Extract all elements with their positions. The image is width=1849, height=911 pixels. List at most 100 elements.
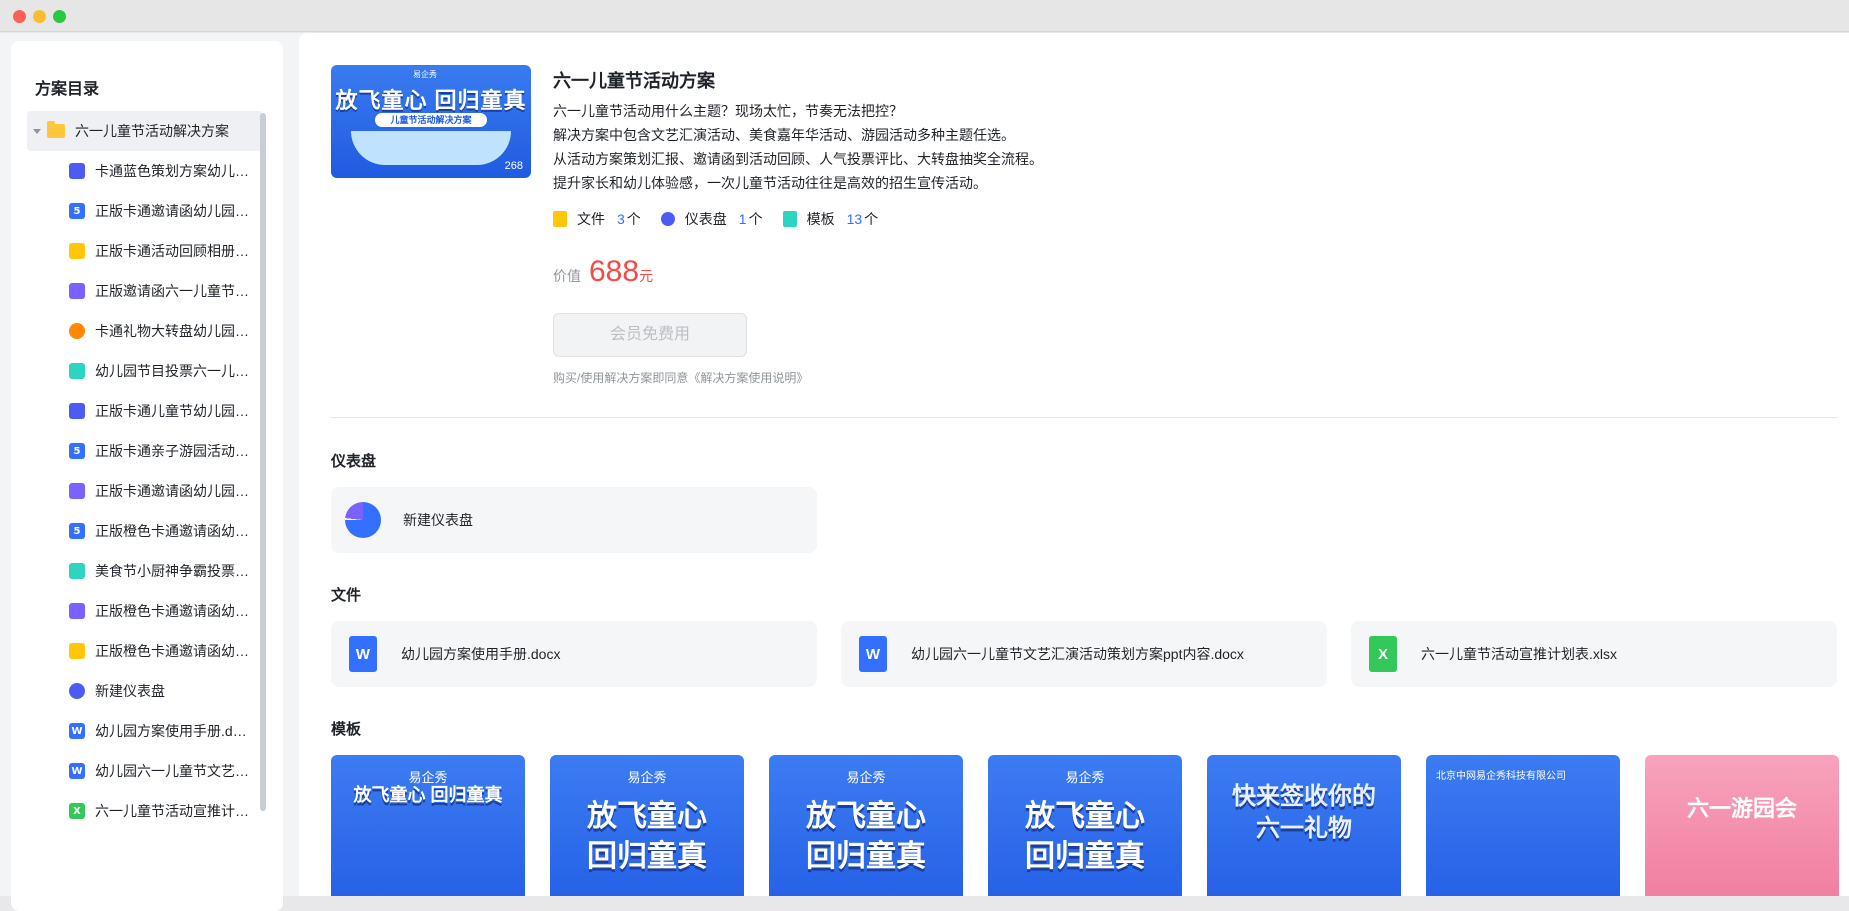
dashboard-card[interactable]: 新建仪表盘 bbox=[331, 487, 817, 553]
sidebar-title: 方案目录 bbox=[35, 81, 100, 98]
stat-unit: 个 bbox=[748, 211, 763, 227]
tree-item[interactable]: 正版卡通儿童节幼儿园活动 bbox=[27, 391, 263, 431]
template-card[interactable]: 易企秀 放飞童心 回归童真 bbox=[550, 755, 744, 896]
cover-title: 放飞童心 回归童真 bbox=[335, 88, 527, 113]
tree-item-label: 卡通蓝色策划方案幼儿园六一儿童节 bbox=[95, 163, 251, 179]
h5-icon: 5 bbox=[69, 523, 85, 539]
solution-title: 六一儿童节活动方案 bbox=[553, 71, 715, 91]
image-icon bbox=[69, 483, 85, 499]
tree-item-label: 正版卡通活动回顾相册六一儿童节 bbox=[95, 243, 251, 259]
dashboard-card-label: 新建仪表盘 bbox=[403, 512, 473, 528]
template-logo: 易企秀 bbox=[846, 770, 886, 785]
tree-item-label: 幼儿园方案使用手册.docx bbox=[95, 723, 251, 739]
desc-line: 提升家长和幼儿体验感，一次儿童节活动往往是高效的招生宣传活动。 bbox=[553, 175, 987, 191]
maximize-window-button[interactable] bbox=[53, 10, 66, 23]
stat-label: 仪表盘 bbox=[684, 211, 727, 227]
file-card[interactable]: W 幼儿园六一儿童节文艺汇演活动策划方案ppt内容.docx bbox=[841, 621, 1327, 687]
form-icon bbox=[69, 363, 85, 379]
tree-item[interactable]: 正版卡通邀请函幼儿园六一 bbox=[27, 471, 263, 511]
agreement-text[interactable]: 购买/使用解决方案即同意《解决方案使用说明》 bbox=[553, 369, 808, 386]
tree-item[interactable]: 5 正版卡通邀请函幼儿园六一儿童节 bbox=[27, 191, 263, 231]
book-icon bbox=[69, 163, 85, 179]
minimize-window-button[interactable] bbox=[33, 10, 46, 23]
price-unit: 元 bbox=[639, 268, 654, 284]
book-icon bbox=[69, 403, 85, 419]
tree-item[interactable]: W 幼儿园六一儿童节文艺汇演活动策划方案ppt内容.docx bbox=[27, 751, 263, 791]
desc-line: 六一儿童节活动用什么主题？现场太忙，节奏无法把控？ bbox=[553, 103, 903, 119]
template-text: 放飞童心 回归童真 bbox=[806, 800, 926, 873]
solution-description: 六一儿童节活动用什么主题？现场太忙，节奏无法把控？ 解决方案中包含文艺汇演活动、… bbox=[553, 99, 1043, 195]
template-text: 六一游园会 bbox=[1686, 796, 1797, 821]
wheel-icon bbox=[69, 323, 85, 339]
tree-item-label: 正版卡通儿童节幼儿园活动 bbox=[95, 403, 251, 419]
tree-item[interactable]: 正版卡通活动回顾相册六一儿童节 bbox=[27, 231, 263, 271]
word-icon: W bbox=[349, 636, 377, 672]
sidebar: 方案目录 六一儿童节活动解决方案 卡通蓝色策划方案幼儿园六一儿童节 5 正版卡通邀请… bbox=[11, 41, 283, 911]
h5-icon: 5 bbox=[69, 443, 85, 459]
stat-unit: 个 bbox=[864, 211, 879, 227]
tree-root-folder[interactable]: 六一儿童节活动解决方案 bbox=[27, 111, 263, 151]
dashboard-icon bbox=[69, 683, 85, 699]
pie-chart-icon bbox=[345, 502, 381, 538]
cover-illustration bbox=[351, 131, 511, 165]
tree-item[interactable]: 正版邀请函六一儿童节活动 bbox=[27, 271, 263, 311]
template-text: 快来签收你的 六一礼物 bbox=[1232, 783, 1376, 842]
template-card[interactable]: 快来签收你的 六一礼物 bbox=[1207, 755, 1401, 896]
tree-item[interactable]: 正版橙色卡通邀请函幼儿园六一 bbox=[27, 591, 263, 631]
dashboard-icon bbox=[660, 212, 675, 226]
tree-item[interactable]: X 六一儿童节活动宣推计划表.xlsx bbox=[27, 791, 263, 831]
dashboard-section-title: 仪表盘 bbox=[331, 453, 377, 470]
cover-logo: 易企秀 bbox=[413, 70, 437, 79]
tree-item[interactable]: 卡通礼物大转盘幼儿园六一儿童节 bbox=[27, 311, 263, 351]
template-logo: 易企秀 bbox=[1065, 770, 1105, 785]
desc-line: 解决方案中包含文艺汇演活动、美食嘉年华活动、游园活动多种主题任选。 bbox=[553, 127, 1015, 143]
stat-count: 3 bbox=[617, 211, 625, 227]
stat-dashboards: 仪表盘 1 个 bbox=[660, 209, 763, 229]
folder-icon bbox=[47, 121, 65, 138]
stat-unit: 个 bbox=[626, 211, 641, 227]
tree-item[interactable]: 幼儿园节目投票六一儿童节 bbox=[27, 351, 263, 391]
member-free-button[interactable]: 会员免费用 bbox=[553, 313, 747, 357]
divider bbox=[331, 417, 1837, 418]
tree-item[interactable]: 新建仪表盘 bbox=[27, 671, 263, 711]
tree-item-label: 卡通礼物大转盘幼儿园六一儿童节 bbox=[95, 323, 251, 339]
caret-down-icon[interactable] bbox=[33, 128, 41, 134]
image-icon bbox=[69, 283, 85, 299]
template-card[interactable]: 易企秀 放飞童心 回归童真 bbox=[769, 755, 963, 896]
template-card[interactable]: 六一游园会 bbox=[1645, 755, 1839, 896]
tree-item[interactable]: 5 正版卡通亲子游园活动六一 bbox=[27, 431, 263, 471]
image-icon bbox=[69, 603, 85, 619]
excel-icon: X bbox=[69, 803, 85, 819]
tree-item-label: 正版橙色卡通邀请函幼儿园六一 bbox=[95, 603, 251, 619]
tree-item-label: 幼儿园节目投票六一儿童节 bbox=[95, 363, 251, 379]
solution-stats: 文件 3 个 仪表盘 1 个 模板 13 个 bbox=[553, 209, 898, 229]
template-card[interactable]: 易企秀 放飞童心 回归童真 bbox=[331, 755, 525, 896]
tree-item-label: 美食节小厨神争霸投票活动 bbox=[95, 563, 251, 579]
tree-item[interactable]: 美食节小厨神争霸投票活动 bbox=[27, 551, 263, 591]
close-window-button[interactable] bbox=[13, 10, 26, 23]
tree-root-label: 六一儿童节活动解决方案 bbox=[75, 123, 229, 139]
tree-item[interactable]: 正版橙色卡通邀请函幼儿园活动 bbox=[27, 631, 263, 671]
tree-item[interactable]: W 幼儿园方案使用手册.docx bbox=[27, 711, 263, 751]
file-card[interactable]: W 幼儿园方案使用手册.docx bbox=[331, 621, 817, 687]
template-card[interactable]: 易企秀 放飞童心 回归童真 bbox=[988, 755, 1182, 896]
excel-icon: X bbox=[1369, 636, 1397, 672]
file-name: 幼儿园方案使用手册.docx bbox=[401, 646, 561, 662]
template-text: 放飞童心 回归童真 bbox=[587, 800, 707, 873]
template-logo: 易企秀 bbox=[627, 770, 667, 785]
h5-icon: 5 bbox=[69, 203, 85, 219]
template-card[interactable]: 北京中网易企秀科技有限公司 bbox=[1426, 755, 1620, 896]
price-value: 688 bbox=[589, 255, 640, 288]
sidebar-scrollbar[interactable] bbox=[260, 113, 266, 811]
file-name: 六一儿童节活动宣推计划表.xlsx bbox=[1421, 646, 1617, 662]
stat-label: 模板 bbox=[806, 211, 835, 227]
stat-templates: 模板 13 个 bbox=[782, 209, 879, 229]
tree-item[interactable]: 5 正版橙色卡通邀请函幼儿园 bbox=[27, 511, 263, 551]
tree-item[interactable]: 卡通蓝色策划方案幼儿园六一儿童节 bbox=[27, 151, 263, 191]
cover-subtitle: 儿童节活动解决方案 bbox=[375, 113, 487, 127]
main-panel: 易企秀 放飞童心 回归童真 儿童节活动解决方案 268 六一儿童节活动方案 六一… bbox=[299, 33, 1849, 896]
file-card[interactable]: X 六一儿童节活动宣推计划表.xlsx bbox=[1351, 621, 1837, 687]
template-logo: 北京中网易企秀科技有限公司 bbox=[1436, 771, 1566, 782]
tree-item-label: 新建仪表盘 bbox=[95, 683, 165, 699]
stat-files: 文件 3 个 bbox=[553, 209, 641, 229]
